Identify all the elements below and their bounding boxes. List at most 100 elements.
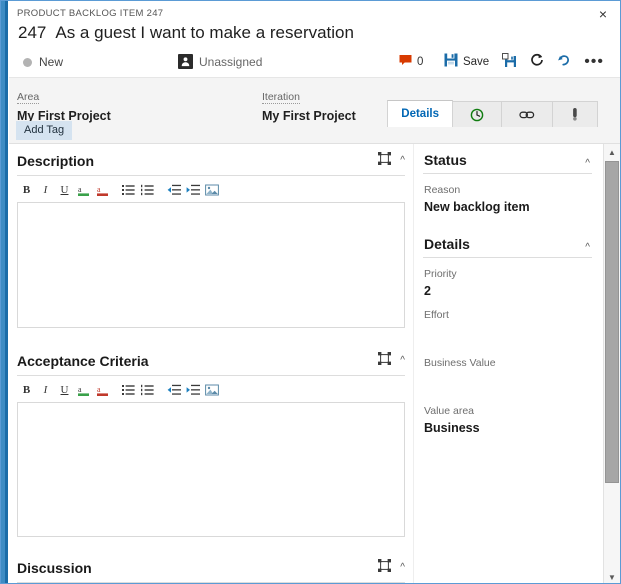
svg-text:a: a xyxy=(78,385,82,394)
collapse-chevron-up-icon[interactable]: ^ xyxy=(400,156,405,166)
avatar xyxy=(178,54,193,69)
priority-label: Priority xyxy=(424,268,457,280)
increase-indent-button[interactable] xyxy=(185,183,200,198)
save-button[interactable]: Save xyxy=(444,53,489,70)
panel-header-details: Details ^ xyxy=(423,228,592,258)
revert-button[interactable] xyxy=(557,53,571,70)
maximize-icon[interactable] xyxy=(378,352,392,370)
increase-indent-button[interactable] xyxy=(185,383,200,398)
tab-links[interactable] xyxy=(501,101,553,127)
tab-details[interactable]: Details xyxy=(387,100,453,127)
business-value-label: Business Value xyxy=(424,357,496,369)
highlight-button[interactable]: a xyxy=(95,383,110,398)
section-header-discussion: Discussion ^ xyxy=(17,551,405,583)
comment-icon xyxy=(399,54,413,69)
work-item-dialog: PRODUCT BACKLOG ITEM 247 × 247 As a gues… xyxy=(0,0,621,584)
more-actions-button[interactable]: ••• xyxy=(584,53,604,69)
svg-text:a: a xyxy=(97,385,101,394)
window-accent-bar xyxy=(1,1,8,583)
save-label: Save xyxy=(462,55,490,68)
value-area-field[interactable]: Value area Business xyxy=(423,386,602,436)
value-area-label: Value area xyxy=(424,405,475,417)
work-item-meta-row: New Unassigned 0 Save ••• xyxy=(18,53,612,75)
area-field[interactable]: Area My First Project xyxy=(17,87,111,123)
description-editor[interactable] xyxy=(17,202,405,328)
header-actions: Save ••• xyxy=(444,53,604,70)
work-item-id: 247 xyxy=(18,23,47,42)
scroll-down-arrow-icon[interactable]: ▼ xyxy=(604,569,620,583)
effort-value xyxy=(424,324,602,338)
discussion-count[interactable]: 0 xyxy=(399,54,423,69)
numbered-list-button[interactable] xyxy=(140,383,155,398)
collapse-chevron-up-icon[interactable]: ^ xyxy=(585,159,590,169)
insert-image-button[interactable] xyxy=(204,383,219,398)
classification-band: Area My First Project Iteration My First… xyxy=(9,78,620,144)
status-panel-title: Status xyxy=(424,152,467,168)
details-panel-title: Details xyxy=(424,236,470,252)
bulleted-list-button[interactable] xyxy=(121,383,136,398)
refresh-icon xyxy=(530,53,544,70)
value-area-value: Business xyxy=(424,421,480,435)
effort-field[interactable]: Effort xyxy=(423,299,602,338)
tab-history[interactable] xyxy=(452,101,502,127)
close-icon[interactable]: × xyxy=(594,5,612,23)
description-rte-toolbar: B I U a a xyxy=(17,181,405,199)
scroll-up-arrow-icon[interactable]: ▲ xyxy=(604,144,620,160)
maximize-icon[interactable] xyxy=(378,559,392,577)
maximize-icon[interactable] xyxy=(378,152,392,170)
effort-label: Effort xyxy=(424,309,449,321)
discussion-title: Discussion xyxy=(17,560,92,576)
collapse-chevron-up-icon[interactable]: ^ xyxy=(400,356,405,366)
assigned-to-label: Unassigned xyxy=(199,54,263,69)
bold-button[interactable]: B xyxy=(19,383,34,398)
underline-button[interactable]: U xyxy=(57,383,72,398)
bold-button[interactable]: B xyxy=(19,183,34,198)
vertical-scrollbar[interactable]: ▲ ▼ xyxy=(603,144,620,583)
priority-field[interactable]: Priority 2 xyxy=(423,258,602,299)
reason-field[interactable]: Reason New backlog item xyxy=(423,174,602,215)
state-label: New xyxy=(39,55,64,69)
acceptance-criteria-editor[interactable] xyxy=(17,402,405,537)
underline-button[interactable]: U xyxy=(57,183,72,198)
state-dot-icon xyxy=(23,57,32,67)
business-value-field[interactable]: Business Value xyxy=(423,338,602,386)
highlight-button[interactable]: a xyxy=(95,183,110,198)
refresh-button[interactable] xyxy=(530,53,544,70)
iteration-label: Iteration xyxy=(262,91,300,104)
svg-text:a: a xyxy=(78,185,82,194)
area-label: Area xyxy=(17,91,40,104)
state-field[interactable]: New xyxy=(23,55,63,69)
business-value-value xyxy=(424,372,602,386)
reason-value: New backlog item xyxy=(424,200,530,214)
acceptance-criteria-title: Acceptance Criteria xyxy=(17,353,149,369)
work-item-title[interactable]: As a guest I want to make a reservation xyxy=(55,23,354,43)
font-color-button[interactable]: a xyxy=(76,383,91,398)
font-color-button[interactable]: a xyxy=(76,183,91,198)
form-right-column: Status ^ Reason New backlog item Details… xyxy=(413,144,602,583)
add-tag-button[interactable]: Add Tag xyxy=(16,121,73,140)
italic-button[interactable]: I xyxy=(38,183,53,198)
numbered-list-button[interactable] xyxy=(140,183,155,198)
work-item-body: Description ^ B I U a a Acceptance Crite… xyxy=(9,144,620,583)
iteration-field[interactable]: Iteration My First Project xyxy=(262,87,356,123)
save-and-close-button[interactable] xyxy=(502,53,517,70)
collapse-chevron-up-icon[interactable]: ^ xyxy=(400,563,405,573)
work-item-header: PRODUCT BACKLOG ITEM 247 × 247 As a gues… xyxy=(9,1,620,78)
discussion-tools: ^ xyxy=(378,559,405,577)
section-header-acceptance-criteria: Acceptance Criteria ^ xyxy=(17,344,405,376)
decrease-indent-button[interactable] xyxy=(166,383,181,398)
dialog-content: PRODUCT BACKLOG ITEM 247 × 247 As a gues… xyxy=(9,1,620,583)
assigned-to-field[interactable]: Unassigned xyxy=(178,54,262,69)
bulleted-list-button[interactable] xyxy=(121,183,136,198)
collapse-chevron-up-icon[interactable]: ^ xyxy=(585,243,590,253)
insert-image-button[interactable] xyxy=(204,183,219,198)
tab-attachments[interactable] xyxy=(552,101,598,127)
description-tools: ^ xyxy=(378,152,405,170)
scrollbar-thumb[interactable] xyxy=(605,161,619,483)
section-header-description: Description ^ xyxy=(17,144,405,176)
italic-button[interactable]: I xyxy=(38,383,53,398)
link-icon xyxy=(515,109,539,121)
attachment-icon xyxy=(566,107,584,122)
acceptance-criteria-tools: ^ xyxy=(378,352,405,370)
decrease-indent-button[interactable] xyxy=(166,183,181,198)
